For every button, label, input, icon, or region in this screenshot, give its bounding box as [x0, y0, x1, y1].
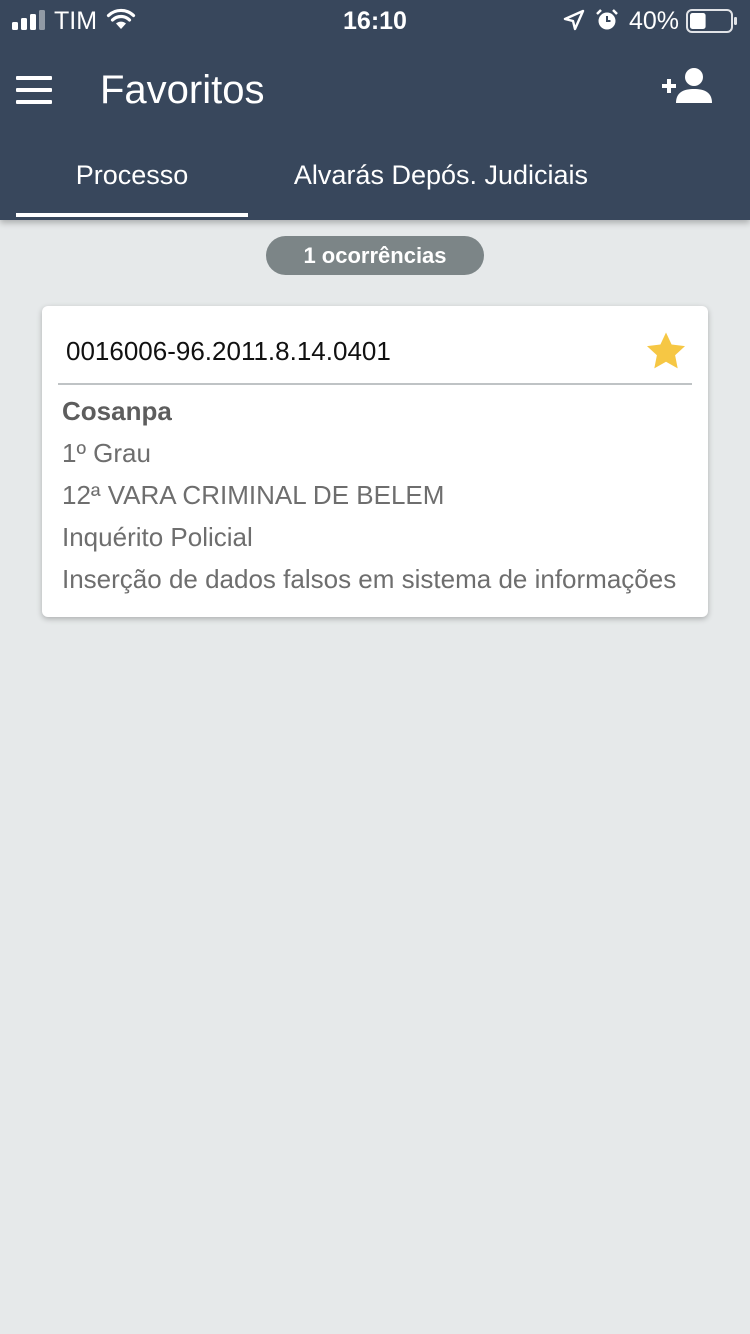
- court-name: 12ª VARA CRIMINAL DE BELEM: [62, 480, 445, 510]
- add-favorite-button[interactable]: [662, 66, 716, 106]
- process-class: Inquérito Policial: [62, 522, 253, 552]
- tab-label: Alvarás Depós. Judiciais: [293, 160, 589, 190]
- status-bar: TIM 16:10 40%: [0, 0, 750, 40]
- battery-percent: 40%: [629, 7, 680, 35]
- process-card[interactable]: 0016006-96.2011.8.14.0401 Cosanpa 1º Gra…: [42, 306, 708, 617]
- card-divider: [58, 383, 692, 385]
- add-user-icon: [662, 68, 712, 103]
- page-title: Favoritos: [100, 68, 265, 112]
- tab-processo[interactable]: Processo: [16, 160, 248, 220]
- party-name: Cosanpa: [62, 396, 172, 426]
- star-icon: [647, 332, 685, 369]
- battery-icon: [686, 9, 737, 33]
- degree-label: 1º Grau: [62, 438, 151, 468]
- process-number: 0016006-96.2011.8.14.0401: [66, 336, 391, 366]
- top-bar: TIM 16:10 40% Favoritos Processo Alvarás…: [0, 0, 750, 220]
- favorite-toggle[interactable]: [645, 331, 687, 371]
- tab-alvaras[interactable]: Alvarás Depós. Judiciais: [258, 160, 624, 220]
- location-icon: [563, 9, 585, 31]
- process-subject: Inserção de dados falsos em sistema de i…: [62, 564, 677, 594]
- active-tab-indicator: [16, 213, 248, 217]
- results-count-badge: 1 ocorrências: [266, 236, 484, 275]
- menu-button[interactable]: [14, 74, 54, 106]
- tab-label: Processo: [75, 160, 189, 190]
- alarm-icon: [596, 9, 618, 30]
